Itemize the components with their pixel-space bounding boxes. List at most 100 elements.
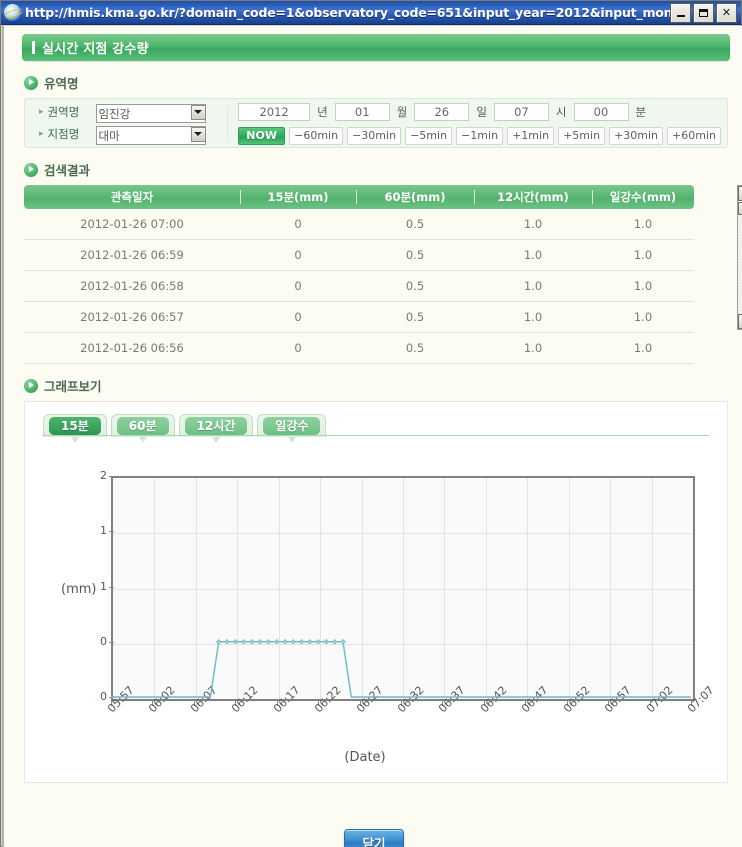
scrollbar-thumb[interactable] xyxy=(738,202,742,215)
header-accent-mark xyxy=(32,41,35,54)
table-cell: 0 xyxy=(240,301,356,333)
table-cell: 0 xyxy=(240,332,356,364)
datetime-row: 년 월 일 시 분 xyxy=(238,102,721,123)
graph-tab-60분[interactable]: 60분 xyxy=(110,414,175,443)
time-button-1min[interactable]: +1min xyxy=(507,126,555,145)
section-header-results: 검색결과 xyxy=(24,160,734,179)
play-circle-icon xyxy=(24,75,38,90)
hour-input[interactable] xyxy=(493,103,549,121)
table-cell: 2012-01-26 06:59 xyxy=(24,239,240,271)
table-column-header: 일강수(mm) xyxy=(592,185,694,209)
table-cell: 0 xyxy=(240,270,356,302)
table-row[interactable]: 2012-01-26 06:59 0 0.5 1.0 1.0 xyxy=(24,239,694,271)
graph-tab-12시간[interactable]: 12시간 xyxy=(178,414,254,443)
page-content: 실시간 지점 강수량 유역명 ▸ 권역명 임진강 ▸ 지점명 대마 2012 년… xyxy=(14,34,742,847)
table-cell: 0.5 xyxy=(356,332,474,364)
browser-logo-icon xyxy=(4,4,21,21)
y-axis-tick-label: 0 xyxy=(87,635,114,648)
window-controls: ✕ xyxy=(670,2,739,23)
bullet-icon: ▸ xyxy=(39,129,44,139)
time-button-60min[interactable]: −60min xyxy=(289,126,344,145)
page-title: 실시간 지점 강수량 xyxy=(42,42,149,57)
scroll-up-icon[interactable] xyxy=(738,186,742,201)
year-unit-label: 년 xyxy=(317,105,328,119)
month-input[interactable] xyxy=(334,103,390,121)
station-select[interactable]: 대마 xyxy=(95,126,206,145)
station-label: 지점명 xyxy=(47,127,80,141)
scroll-down-icon[interactable] xyxy=(738,314,742,329)
minute-input[interactable] xyxy=(573,103,629,121)
page-header-bar: 실시간 지점 강수량 xyxy=(22,34,730,61)
table-cell: 1.0 xyxy=(474,239,592,271)
time-button-5min[interactable]: −5min xyxy=(405,126,453,145)
table-cell: 0.5 xyxy=(356,239,474,271)
datetime-column: 년 월 일 시 분 NOW−60min−30min−5min−1min+1min… xyxy=(238,102,721,145)
table-cell: 0.5 xyxy=(356,301,474,333)
graph-tab-label: 일강수 xyxy=(263,417,321,435)
x-axis-label: (Date) xyxy=(344,750,386,765)
close-button[interactable]: 닫기 xyxy=(344,829,404,847)
hour-unit-label: 시 xyxy=(555,105,567,119)
table-row[interactable]: 2012-01-26 07:00 0 0.5 1.0 1.0 xyxy=(24,209,694,240)
table-column-header: 관측일자 xyxy=(24,185,240,209)
minute-unit-label: 분 xyxy=(635,105,647,119)
close-window-button[interactable]: ✕ xyxy=(716,2,737,23)
table-cell: 1.0 xyxy=(474,209,592,240)
table-cell: 1.0 xyxy=(592,270,694,302)
time-button-now[interactable]: NOW xyxy=(238,126,286,145)
footer-actions: 닫기 xyxy=(14,829,734,847)
bullet-icon: ▸ xyxy=(39,107,44,117)
y-axis-tick-label: 2 xyxy=(87,469,114,482)
time-shift-buttons: NOW −60min −30min −5min −1min +1min +5min +30mi… xyxy=(238,126,721,145)
selector-column: ▸ 권역명 임진강 ▸ 지점명 대마 xyxy=(31,101,221,146)
table-cell: 1.0 xyxy=(592,332,694,364)
results-table-wrap: 관측일자 15분(mm) 60분(mm) 12시간(mm) 일강수(mm) 2012-0… xyxy=(24,185,742,364)
table-cell: 0 xyxy=(240,239,356,271)
page-body: 실시간 지점 강수량 유역명 ▸ 권역명 임진강 ▸ 지점명 대마 2012 년… xyxy=(2,26,742,847)
table-cell: 1.0 xyxy=(474,270,592,302)
region-select-wrap: 임진강 xyxy=(95,103,208,123)
time-button-5min[interactable]: +5min xyxy=(558,126,606,145)
day-input[interactable] xyxy=(414,103,470,121)
table-row[interactable]: 2012-01-26 06:58 0 0.5 1.0 1.0 xyxy=(24,270,694,302)
scrollbar-track[interactable] xyxy=(738,203,742,312)
day-unit-label: 일 xyxy=(476,105,487,119)
section-label-results: 검색결과 xyxy=(44,163,91,178)
year-input[interactable] xyxy=(238,103,311,121)
table-cell: 0.5 xyxy=(356,209,474,240)
browser-window: http://hmis.kma.go.kr/?domain_code=1&obs… xyxy=(0,0,742,847)
maximize-button[interactable] xyxy=(693,2,714,23)
minimize-button[interactable] xyxy=(670,2,691,23)
table-header-row: 관측일자 15분(mm) 60분(mm) 12시간(mm) 일강수(mm) xyxy=(24,185,694,209)
table-row[interactable]: 2012-01-26 06:56 0 0.5 1.0 1.0 xyxy=(24,332,694,364)
graph-tab-일강수[interactable]: 일강수 xyxy=(257,414,327,443)
panel-divider xyxy=(227,106,229,140)
window-title: http://hmis.kma.go.kr/?domain_code=1&obs… xyxy=(25,5,670,20)
region-select[interactable]: 임진강 xyxy=(95,104,206,123)
graph-tab-15분[interactable]: 15분 xyxy=(43,414,107,443)
time-button-30min[interactable]: −30min xyxy=(347,126,402,145)
rainfall-chart: (mm) 0 0 1 1 2 05:57 06:02 06:07 06:12 06:17 06:22… xyxy=(25,454,717,774)
graph-tab-label: 15분 xyxy=(49,417,101,435)
table-cell: 1.0 xyxy=(592,239,694,271)
table-row[interactable]: 2012-01-26 06:57 0 0.5 1.0 1.0 xyxy=(24,301,694,333)
graph-tab-label: 60분 xyxy=(116,417,169,435)
table-cell: 1.0 xyxy=(474,301,592,333)
region-row: ▸ 권역명 임진강 xyxy=(31,102,221,123)
time-button-1min[interactable]: −1min xyxy=(456,126,504,145)
y-axis-tick-label: 1 xyxy=(87,524,114,537)
section-label-basin: 유역명 xyxy=(44,76,79,91)
table-cell: 0.5 xyxy=(356,270,474,302)
station-select-wrap: 대마 xyxy=(95,125,208,145)
month-unit-label: 월 xyxy=(396,105,408,119)
y-axis-tick-label: 0 xyxy=(87,690,114,703)
play-circle-icon xyxy=(24,378,38,393)
table-body: 2012-01-26 07:00 0 0.5 1.0 1.0 2012-01-26 06:… xyxy=(24,209,694,364)
table-cell: 2012-01-26 07:00 xyxy=(24,209,240,240)
time-button-60min[interactable]: +60min xyxy=(667,126,721,145)
region-label: 권역명 xyxy=(47,105,80,119)
table-scrollbar[interactable] xyxy=(737,185,742,330)
search-panel: ▸ 권역명 임진강 ▸ 지점명 대마 2012 년 01 월 26 일 07 시… xyxy=(24,98,728,148)
section-header-graph: 그래프보기 xyxy=(24,376,734,395)
time-button-30min[interactable]: +30min xyxy=(609,126,664,145)
